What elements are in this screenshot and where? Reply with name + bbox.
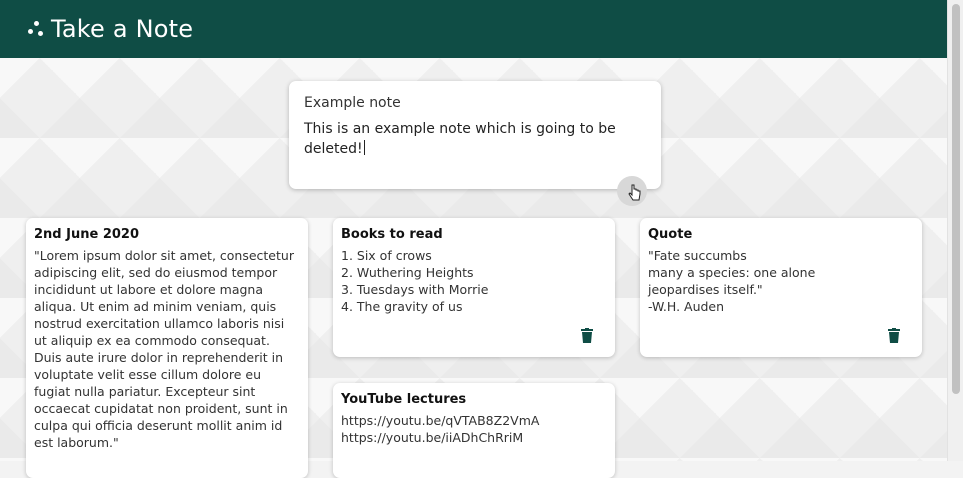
note-card: 2nd June 2020 "Lorem ipsum dolor sit ame… [26, 218, 308, 478]
note-card-content: https://youtu.be/qVTAB8Z2VmA https://you… [341, 413, 540, 445]
dots-logo-icon [27, 20, 45, 38]
scrollbar-thumb[interactable] [952, 4, 960, 394]
note-card-title: 2nd June 2020 [34, 227, 140, 242]
text-caret [363, 140, 365, 155]
app-title: Take a Note [51, 15, 194, 43]
page-scrollbar[interactable] [947, 0, 963, 461]
note-card: Books to read 1. Six of crows 2. Wutheri… [333, 218, 615, 357]
trash-icon[interactable] [888, 328, 900, 343]
note-card-content: "Lorem ipsum dolor sit amet, consectetur… [34, 248, 294, 450]
note-content-textarea[interactable]: This is an example note which is going t… [304, 119, 646, 159]
note-card-title: Books to read [341, 227, 443, 242]
app-header: Take a Note [0, 0, 947, 58]
note-card-title: Quote [648, 227, 693, 242]
note-card-content: "Fate succumbs many a species: one alone… [648, 248, 816, 314]
note-card: YouTube lectures https://youtu.be/qVTAB8… [333, 383, 615, 478]
trash-icon[interactable] [581, 328, 593, 343]
create-note-form: Example note This is an example note whi… [289, 81, 661, 189]
note-card-content: 1. Six of crows 2. Wuthering Heights 3. … [341, 248, 489, 314]
pointer-cursor-icon [628, 184, 641, 201]
note-title-input[interactable]: Example note [304, 95, 646, 111]
note-card-title: YouTube lectures [341, 392, 467, 407]
note-card: Quote "Fate succumbs many a species: one… [640, 218, 922, 357]
